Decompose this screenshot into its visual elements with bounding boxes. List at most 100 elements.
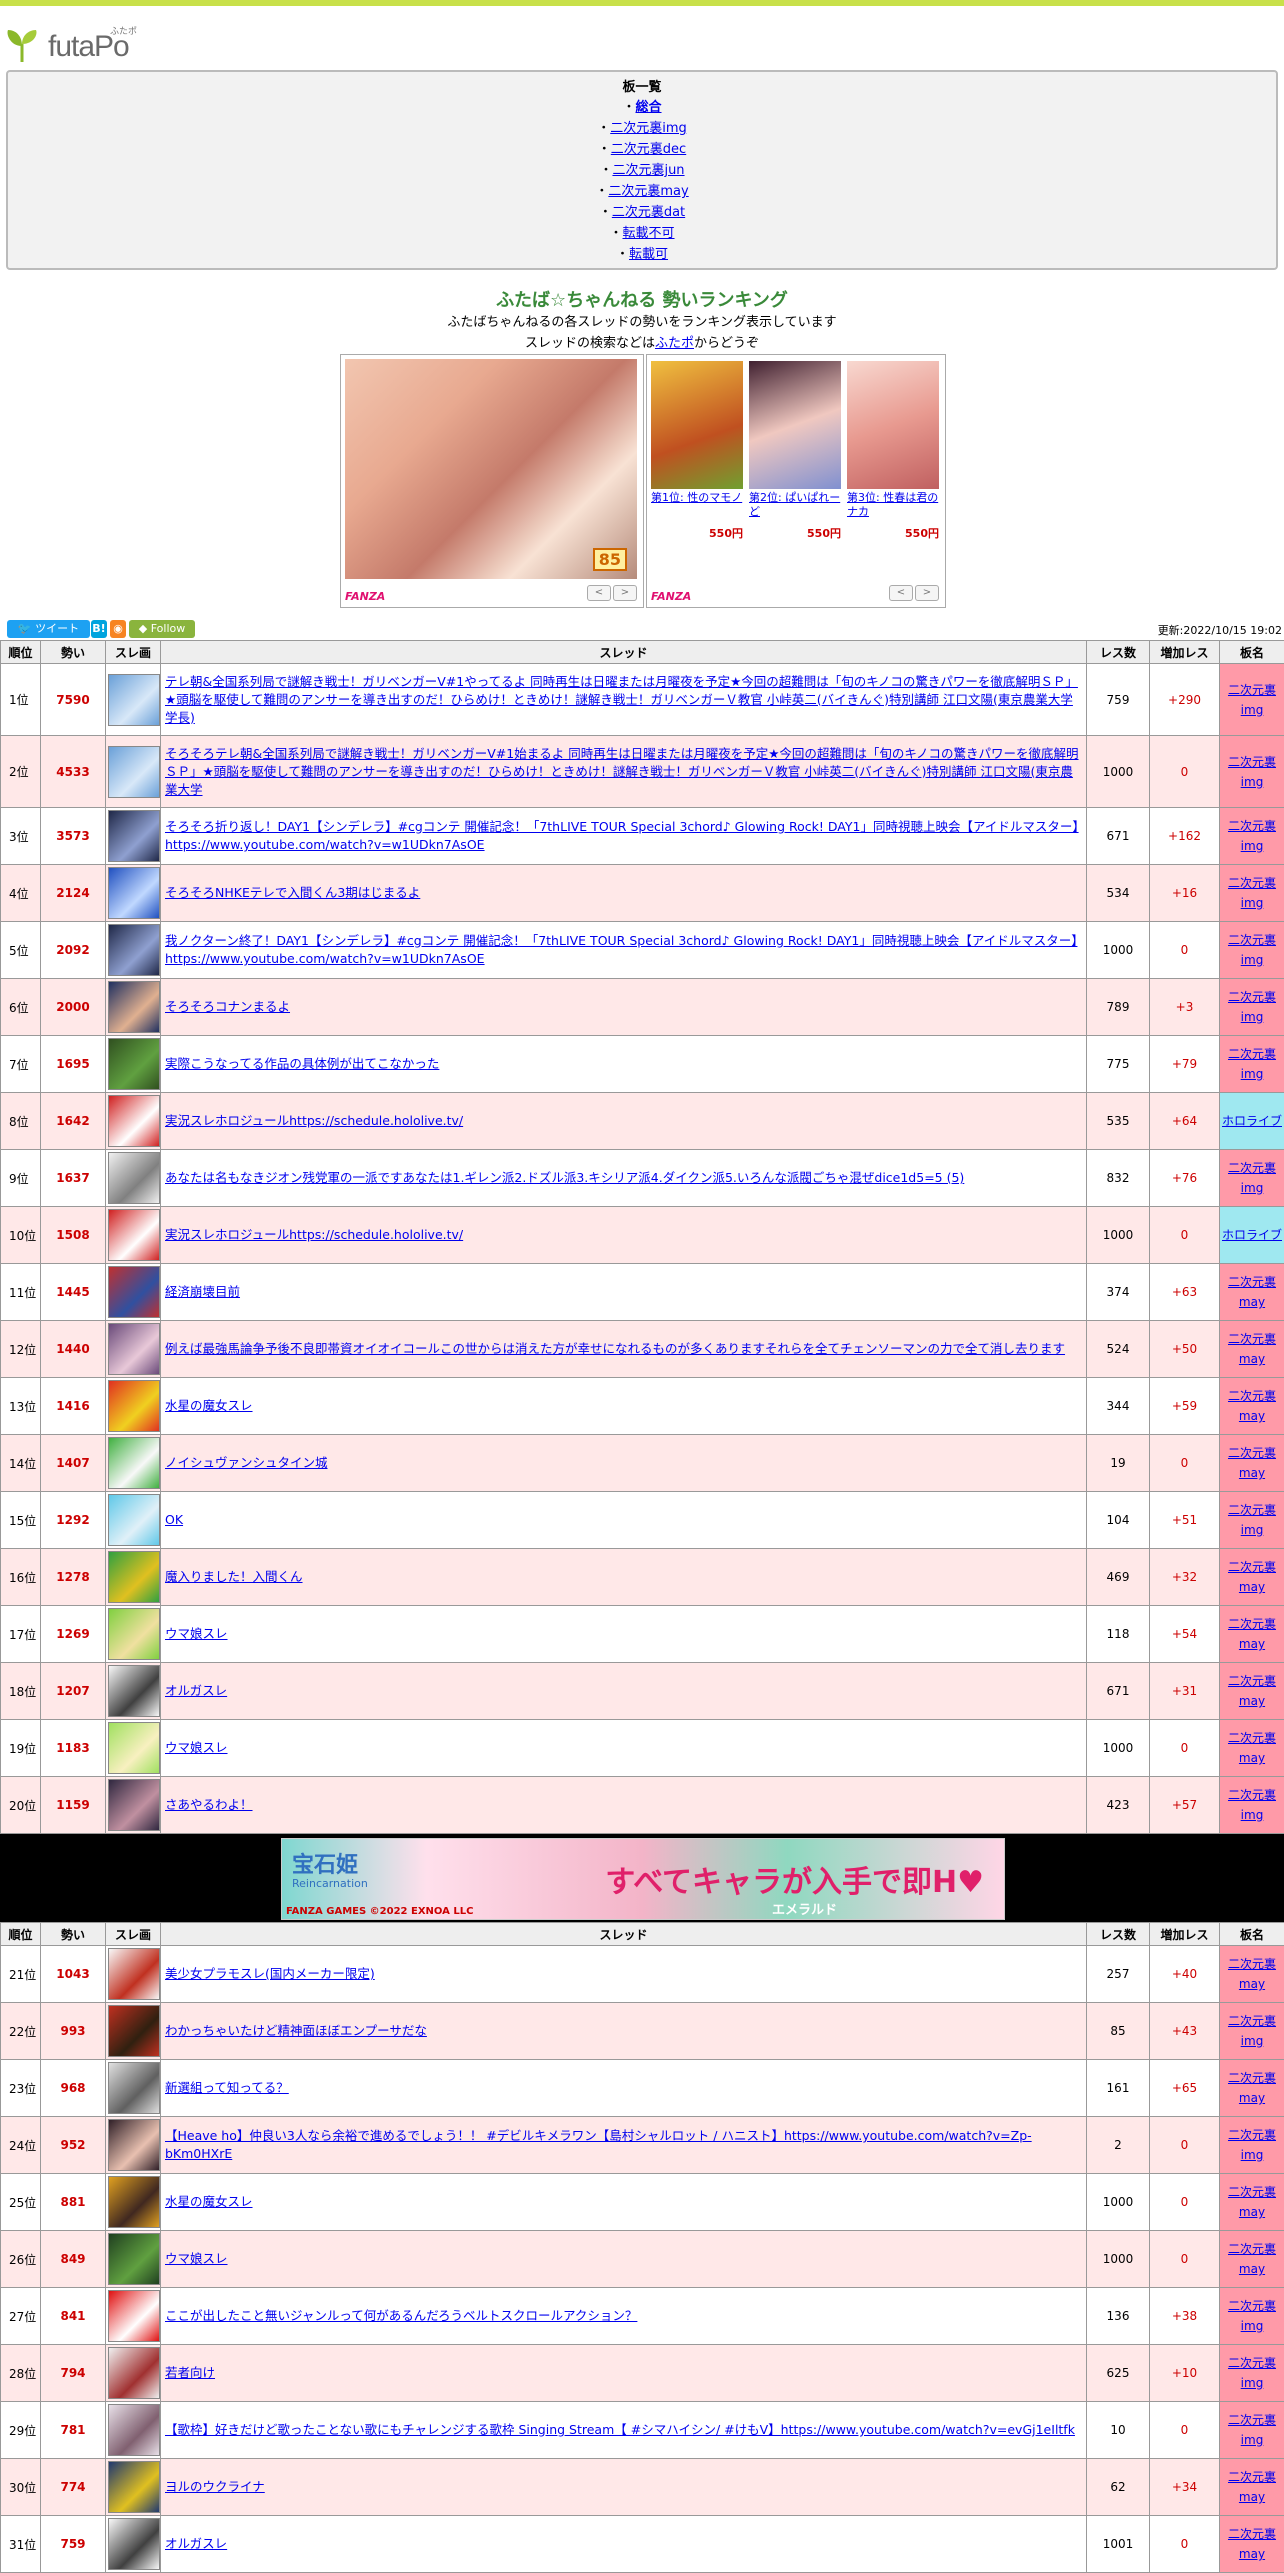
thread-thumbnail[interactable] — [108, 2233, 160, 2285]
thread-link[interactable]: 【歌枠】好きだけど歌ったことない歌にもチャレンジする歌枠 Singing Str… — [165, 2422, 1075, 2437]
board-name-link[interactable]: 二次元裏img — [1228, 2128, 1276, 2162]
ad-banner-1[interactable]: 85 FANZA <> — [340, 354, 644, 608]
ad-item-link[interactable]: 第1位: 性のマモノ — [651, 491, 742, 504]
thread-link[interactable]: 美少女プラモスレ(国内メーカー限定) — [165, 1966, 375, 1981]
thread-link[interactable]: 例えば最強馬論争予後不良即帯資オイオイコールこの世からは消えた方が幸せになれるも… — [165, 1341, 1065, 1356]
board-name-link[interactable]: ホロライブ — [1222, 1228, 1282, 1242]
thread-link[interactable]: そろそろテレ朝&全国系列局で謎解き戦士！ガリベンガーV#1始まるよ 同時再生は日… — [165, 746, 1079, 797]
board-name-link[interactable]: 二次元裏img — [1228, 2299, 1276, 2333]
thread-thumbnail[interactable] — [108, 1038, 160, 1090]
thread-thumbnail[interactable] — [108, 810, 160, 862]
board-name-link[interactable]: 二次元裏img — [1228, 1161, 1276, 1195]
ad-item-thumb[interactable] — [847, 361, 939, 489]
thread-link[interactable]: 実況スレホロジュールhttps://schedule.hololive.tv/ — [165, 1113, 463, 1128]
thread-thumbnail[interactable] — [108, 1266, 160, 1318]
thread-link[interactable]: 実際こうなってる作品の具体例が出てこなかった — [165, 1056, 439, 1071]
tweet-button[interactable]: 🐦 ツイート — [7, 620, 90, 638]
board-name-link[interactable]: 二次元裏img — [1228, 1503, 1276, 1537]
board-name-link[interactable]: 二次元裏img — [1228, 876, 1276, 910]
thread-thumbnail[interactable] — [108, 1779, 160, 1831]
thread-link[interactable]: そろそろNHKEテレで入間くん3期はじまるよ — [165, 885, 420, 900]
thread-link[interactable]: ここが出したこと無いジャンルって何があるんだろうベルトスクロールアクション？ — [165, 2308, 637, 2323]
thread-thumbnail[interactable] — [108, 2176, 160, 2228]
board-name-link[interactable]: 二次元裏img — [1228, 683, 1276, 717]
board-name-link[interactable]: 二次元裏may — [1228, 2071, 1276, 2105]
board-link[interactable]: 総合 — [636, 100, 662, 115]
board-link[interactable]: 二次元裏may — [608, 184, 688, 199]
board-link[interactable]: 二次元裏dec — [611, 142, 686, 157]
thread-thumbnail[interactable] — [108, 2404, 160, 2456]
hatena-bookmark-button[interactable]: B! — [91, 620, 107, 638]
ad-item-thumb[interactable] — [651, 361, 743, 489]
prev-button[interactable]: < — [587, 585, 611, 601]
next-button[interactable]: > — [915, 585, 939, 601]
ad-item[interactable]: 第3位: 性春は君のナカ 550円 — [847, 361, 939, 541]
thread-thumbnail[interactable] — [108, 2347, 160, 2399]
thread-thumbnail[interactable] — [108, 1152, 160, 1204]
thread-thumbnail[interactable] — [108, 2062, 160, 2114]
thread-thumbnail[interactable] — [108, 1380, 160, 1432]
thread-thumbnail[interactable] — [108, 2290, 160, 2342]
board-name-link[interactable]: 二次元裏img — [1228, 2356, 1276, 2390]
thread-link[interactable]: わかっちゃいたけど精神面ほぼエンプーサだな — [165, 2023, 427, 2038]
thread-link[interactable]: テレ朝&全国系列局で謎解き戦士！ガリベンガーV#1やってるよ 同時再生は日曜また… — [165, 674, 1078, 725]
board-name-link[interactable]: 二次元裏img — [1228, 990, 1276, 1024]
thread-link[interactable]: 経済崩壊目前 — [165, 1284, 240, 1299]
thread-link[interactable]: 水星の魔女スレ — [165, 1398, 253, 1413]
board-link[interactable]: 二次元裏jun — [612, 163, 684, 178]
board-name-link[interactable]: 二次元裏img — [1228, 1047, 1276, 1081]
thread-thumbnail[interactable] — [108, 1665, 160, 1717]
thread-link[interactable]: 新選組って知ってる？ — [165, 2080, 289, 2095]
futapo-link[interactable]: ふたポ — [655, 336, 694, 351]
ad-item-link[interactable]: 第2位: ぱいぱれーど — [749, 491, 840, 518]
thread-link[interactable]: 若者向け — [165, 2365, 215, 2380]
thread-link[interactable]: さあやるわよ！ — [165, 1797, 253, 1812]
thread-link[interactable]: 魔入りました！入間くん — [165, 1569, 303, 1584]
thread-link[interactable]: オルガスレ — [165, 1683, 227, 1698]
thread-link[interactable]: ヨルのウクライナ — [165, 2479, 265, 2494]
board-name-link[interactable]: 二次元裏img — [1228, 1788, 1276, 1822]
board-name-link[interactable]: 二次元裏may — [1228, 1275, 1276, 1309]
thread-link[interactable]: そろそろ折り返し！DAY1【シンデレラ】#cgコンテ 開催記念！「7thLIVE… — [165, 819, 1079, 852]
board-name-link[interactable]: 二次元裏may — [1228, 1731, 1276, 1765]
prev-button[interactable]: < — [889, 585, 913, 601]
board-name-link[interactable]: 二次元裏may — [1228, 2527, 1276, 2561]
thread-thumbnail[interactable] — [108, 746, 160, 798]
thread-thumbnail[interactable] — [108, 1551, 160, 1603]
ad-item-thumb[interactable] — [749, 361, 841, 489]
thread-thumbnail[interactable] — [108, 1437, 160, 1489]
thread-thumbnail[interactable] — [108, 2005, 160, 2057]
board-link[interactable]: 二次元裏img — [610, 121, 687, 136]
thread-link[interactable]: OK — [165, 1512, 183, 1527]
ad-item[interactable]: 第2位: ぱいぱれーど 550円 — [749, 361, 841, 541]
thread-link[interactable]: 実況スレホロジュールhttps://schedule.hololive.tv/ — [165, 1227, 463, 1242]
board-link[interactable]: 転載可 — [629, 247, 668, 262]
thread-thumbnail[interactable] — [108, 674, 160, 726]
thread-thumbnail[interactable] — [108, 1722, 160, 1774]
board-name-link[interactable]: 二次元裏img — [1228, 755, 1276, 789]
board-name-link[interactable]: 二次元裏img — [1228, 933, 1276, 967]
thread-thumbnail[interactable] — [108, 1608, 160, 1660]
thread-thumbnail[interactable] — [108, 867, 160, 919]
ad-item-link[interactable]: 第3位: 性春は君のナカ — [847, 491, 938, 518]
thread-link[interactable]: 水星の魔女スレ — [165, 2194, 253, 2209]
board-name-link[interactable]: 二次元裏may — [1228, 1957, 1276, 1991]
thread-thumbnail[interactable] — [108, 2119, 160, 2171]
board-name-link[interactable]: 二次元裏img — [1228, 2014, 1276, 2048]
ad-item[interactable]: 第1位: 性のマモノ 550円 — [651, 361, 743, 541]
thread-link[interactable]: ウマ娘スレ — [165, 2251, 228, 2266]
board-name-link[interactable]: 二次元裏img — [1228, 2413, 1276, 2447]
board-link[interactable]: 二次元裏dat — [612, 205, 685, 220]
thread-link[interactable]: ウマ娘スレ — [165, 1740, 228, 1755]
board-name-link[interactable]: 二次元裏may — [1228, 1560, 1276, 1594]
thread-thumbnail[interactable] — [108, 1209, 160, 1261]
thread-thumbnail[interactable] — [108, 1095, 160, 1147]
thread-thumbnail[interactable] — [108, 2461, 160, 2513]
thread-link[interactable]: あなたは名もなきジオン残党軍の一派ですあなたは1.ギレン派2.ドズル派3.キシリ… — [165, 1170, 964, 1185]
feedly-follow-button[interactable]: ◆ Follow — [129, 620, 195, 638]
board-name-link[interactable]: 二次元裏may — [1228, 1617, 1276, 1651]
board-name-link[interactable]: 二次元裏may — [1228, 1332, 1276, 1366]
thread-link[interactable]: そろそろコナンまるよ — [165, 999, 290, 1014]
board-link[interactable]: 転載不可 — [623, 226, 675, 241]
game-banner[interactable]: 宝石姫 Reincarnation すべてキャラが入手で即H♥ エメラルド FA… — [281, 1838, 1005, 1920]
